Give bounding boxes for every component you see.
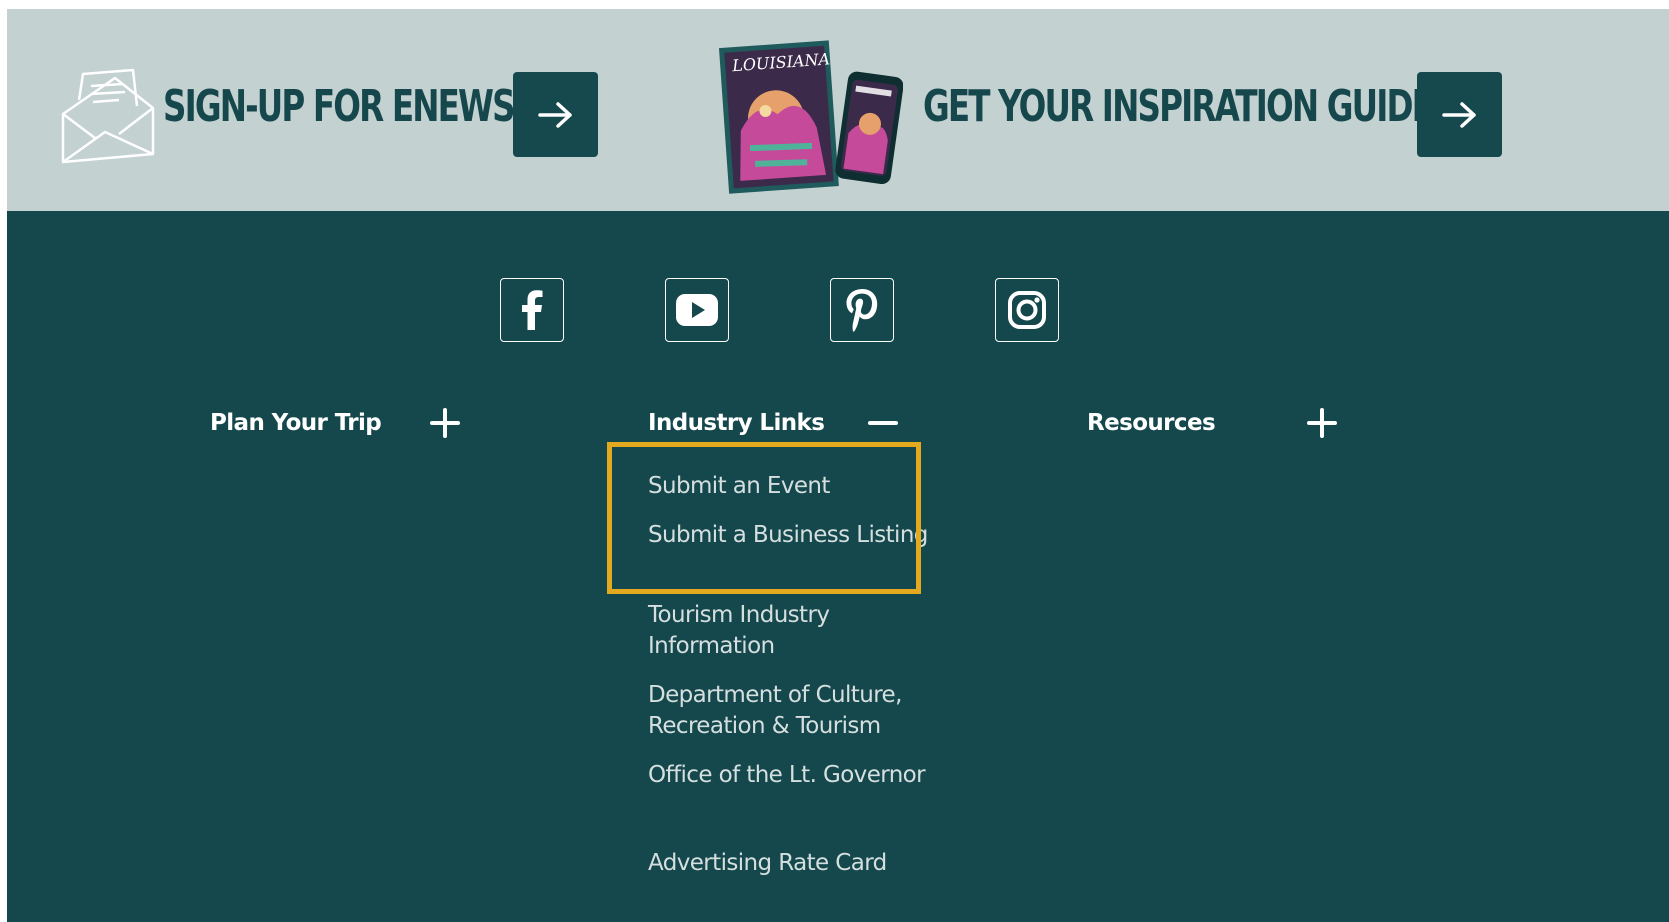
- youtube-icon: [676, 294, 718, 326]
- facebook-link[interactable]: [500, 278, 564, 342]
- page: SIGN-UP FOR ENEWS LOUISIANA GET YOUR INS…: [0, 0, 1669, 922]
- enews-arrow-button[interactable]: [513, 72, 598, 157]
- minus-icon[interactable]: [866, 406, 900, 440]
- link-tourism-industry-information[interactable]: Tourism Industry Information: [648, 600, 928, 662]
- instagram-link[interactable]: [995, 278, 1059, 342]
- column-heading-plan-your-trip[interactable]: Plan Your Trip: [210, 408, 382, 438]
- plus-icon[interactable]: [428, 406, 462, 440]
- column-heading-resources[interactable]: Resources: [1087, 408, 1216, 438]
- arrow-right-icon: [537, 101, 572, 128]
- inspiration-guide-image: LOUISIANA: [718, 40, 903, 194]
- instagram-icon: [1008, 291, 1046, 329]
- guide-title: GET YOUR INSPIRATION GUIDE: [923, 81, 1434, 132]
- pinterest-link[interactable]: [830, 278, 894, 342]
- highlight-box: [607, 442, 921, 594]
- plus-icon[interactable]: [1305, 406, 1339, 440]
- column-heading-industry-links[interactable]: Industry Links: [648, 408, 825, 438]
- link-office-of-lt-governor[interactable]: Office of the Lt. Governor: [648, 760, 928, 791]
- arrow-right-icon: [1441, 101, 1476, 128]
- facebook-icon: [522, 290, 543, 330]
- link-department-of-culture[interactable]: Department of Culture, Recreation & Tour…: [648, 680, 928, 742]
- link-advertising-rate-card[interactable]: Advertising Rate Card: [648, 848, 928, 879]
- pinterest-icon: [846, 289, 878, 332]
- youtube-link[interactable]: [665, 278, 729, 342]
- guide-arrow-button[interactable]: [1417, 72, 1502, 157]
- enews-title: SIGN-UP FOR ENEWS: [163, 81, 516, 132]
- envelope-icon: [61, 68, 155, 164]
